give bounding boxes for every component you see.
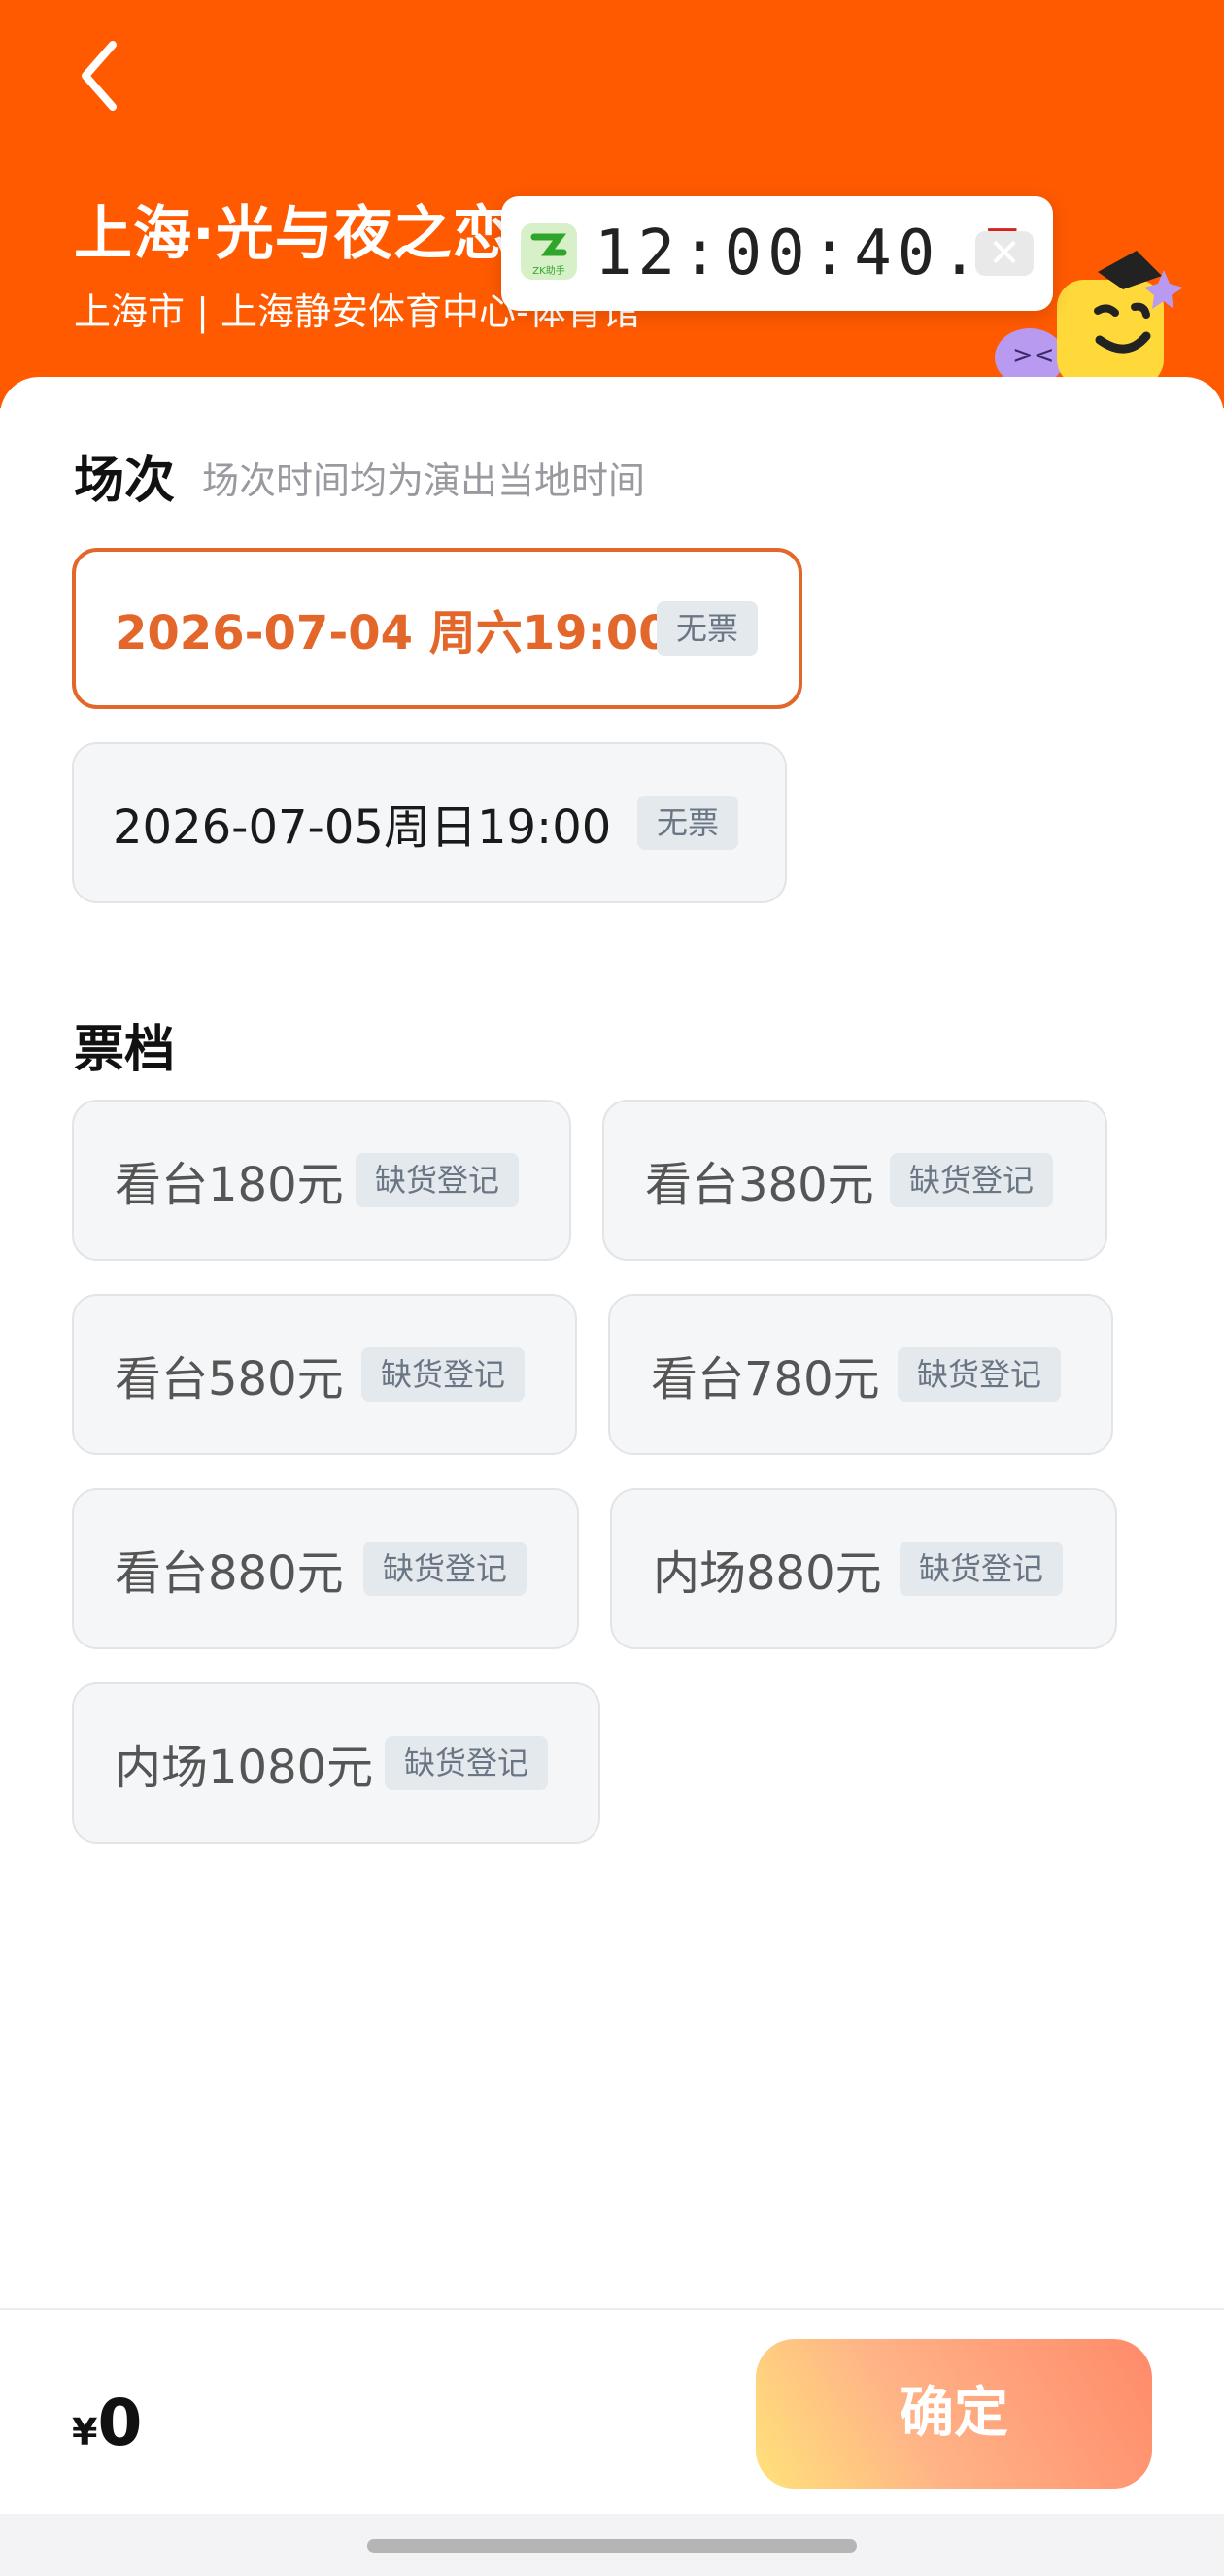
currency-symbol: ¥ (72, 2411, 98, 2454)
restock-badge: 缺货登记 (898, 1347, 1062, 1402)
event-title: 上海·光与夜之恋 (74, 200, 512, 268)
restock-badge: 缺货登记 (356, 1153, 520, 1207)
svg-text:><: >< (1012, 341, 1055, 370)
home-indicator[interactable] (367, 2539, 857, 2553)
tier-label: 看台380元 (645, 1158, 874, 1212)
tier-label: 看台580元 (115, 1352, 344, 1407)
ticket-tier-option[interactable]: 内场880元 缺货登记 (610, 1488, 1117, 1649)
restock-badge: 缺货登记 (363, 1542, 527, 1596)
back-button[interactable] (68, 37, 136, 115)
timer-time: 12:00:40. (595, 218, 984, 289)
ticket-tier-option[interactable]: 看台380元 缺货登记 (602, 1100, 1107, 1261)
session-label: 2026-07-04 周六19:00 (115, 606, 671, 661)
tier-label: 内场1080元 (115, 1741, 374, 1795)
restock-badge: 缺货登记 (890, 1153, 1054, 1207)
restock-badge: 缺货登记 (361, 1347, 526, 1402)
status-badge: 无票 (657, 601, 759, 656)
tier-label: 看台780元 (651, 1352, 880, 1407)
tier-label: 看台880元 (115, 1546, 344, 1601)
price-value: 0 (97, 2386, 143, 2460)
helper-logo-icon: ZK助手 (521, 223, 577, 280)
ticket-tier-option[interactable]: 看台880元 缺货登记 (72, 1488, 579, 1649)
ticket-tier-option[interactable]: 看台580元 缺货登记 (72, 1294, 577, 1455)
chevron-left-icon (82, 41, 117, 111)
close-icon[interactable]: ✕ (975, 231, 1034, 276)
tiers-title: 票档 (74, 1021, 176, 1079)
timer-readout: 12:00:40.7 (595, 218, 1027, 289)
selection-sheet: 场次 场次时间均为演出当地时间 2026-07-04 周六19:00 无票 20… (0, 377, 1224, 2331)
session-option[interactable]: 2026-07-04 周六19:00 无票 (72, 548, 802, 709)
session-option[interactable]: 2026-07-05周日19:00 无票 (72, 742, 787, 903)
confirm-button[interactable]: 确定 (756, 2339, 1152, 2489)
svg-text:ZK助手: ZK助手 (532, 264, 564, 277)
ticket-tier-option[interactable]: 内场1080元 缺货登记 (72, 1682, 600, 1844)
timer-overlay[interactable]: ZK助手 12:00:40.7 ✕ (501, 196, 1053, 311)
sessions-note: 场次时间均为演出当地时间 (202, 459, 646, 502)
total-price: ¥0 (72, 2386, 142, 2460)
session-label: 2026-07-05周日19:00 (113, 800, 612, 855)
tier-label: 内场880元 (653, 1546, 882, 1601)
tier-label: 看台180元 (115, 1158, 344, 1212)
checkout-bar: ¥0 确定 (0, 2310, 1224, 2514)
restock-badge: 缺货登记 (900, 1542, 1064, 1596)
ticket-tier-option[interactable]: 看台180元 缺货登记 (72, 1100, 571, 1261)
ticket-tier-option[interactable]: 看台780元 缺货登记 (608, 1294, 1113, 1455)
restock-badge: 缺货登记 (385, 1736, 549, 1790)
sessions-title: 场次 (74, 452, 176, 510)
status-badge: 无票 (637, 796, 739, 850)
